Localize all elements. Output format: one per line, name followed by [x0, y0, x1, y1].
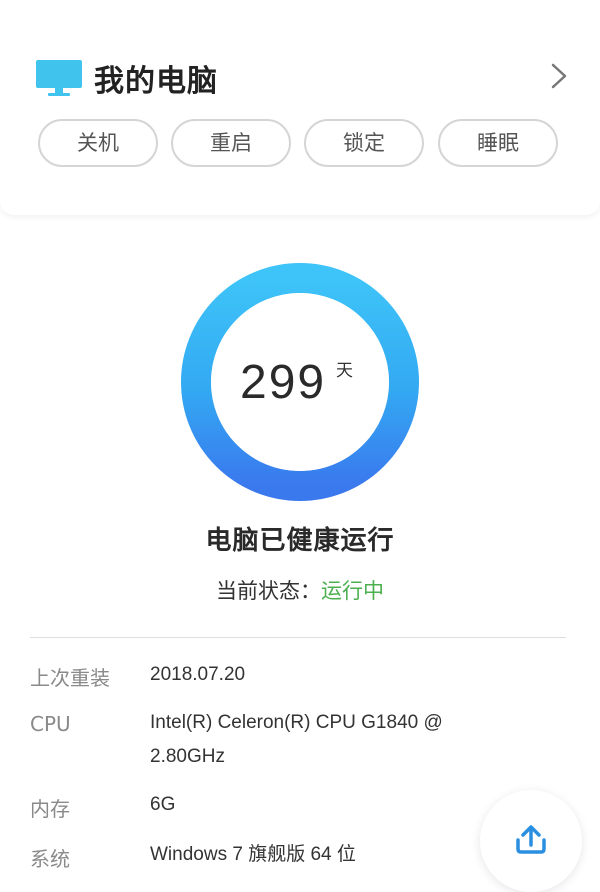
- cpu-value-line1: Intel(R) Celeron(R) CPU G1840 @: [150, 712, 443, 733]
- chevron-right-icon[interactable]: [550, 62, 568, 90]
- current-status: 当前状态：运行中: [0, 575, 600, 605]
- shutdown-button[interactable]: 关机: [38, 119, 158, 167]
- device-card: 我的电脑 关机 重启 锁定 睡眠: [0, 0, 600, 215]
- lock-button[interactable]: 锁定: [304, 119, 424, 167]
- health-headline: 电脑已健康运行: [205, 526, 395, 556]
- cpu-label: CPU: [30, 712, 71, 736]
- upload-icon: [516, 825, 546, 854]
- power-actions: 关机 重启 锁定 睡眠: [36, 119, 564, 171]
- system-value: Windows 7 旗舰版 64 位: [150, 844, 356, 865]
- monitor-icon: [36, 60, 82, 96]
- memory-value: 6G: [150, 794, 176, 815]
- uptime-days-value: 299: [240, 356, 327, 409]
- uptime-days-unit: 天: [336, 361, 353, 381]
- system-label: 系统: [30, 847, 70, 871]
- device-header[interactable]: 我的电脑: [36, 48, 576, 104]
- memory-label: 内存: [30, 797, 70, 821]
- status-value: 运行中: [321, 579, 384, 603]
- reinstall-label: 上次重装: [30, 666, 110, 690]
- divider: [30, 637, 566, 638]
- cpu-value-line2: 2.80GHz: [150, 746, 225, 767]
- sleep-button[interactable]: 睡眠: [438, 119, 558, 167]
- status-label: 当前状态：: [216, 579, 321, 603]
- restart-button[interactable]: 重启: [171, 119, 291, 167]
- upload-button[interactable]: [480, 790, 582, 892]
- page-title: 我的电脑: [94, 64, 218, 99]
- reinstall-value: 2018.07.20: [150, 664, 246, 685]
